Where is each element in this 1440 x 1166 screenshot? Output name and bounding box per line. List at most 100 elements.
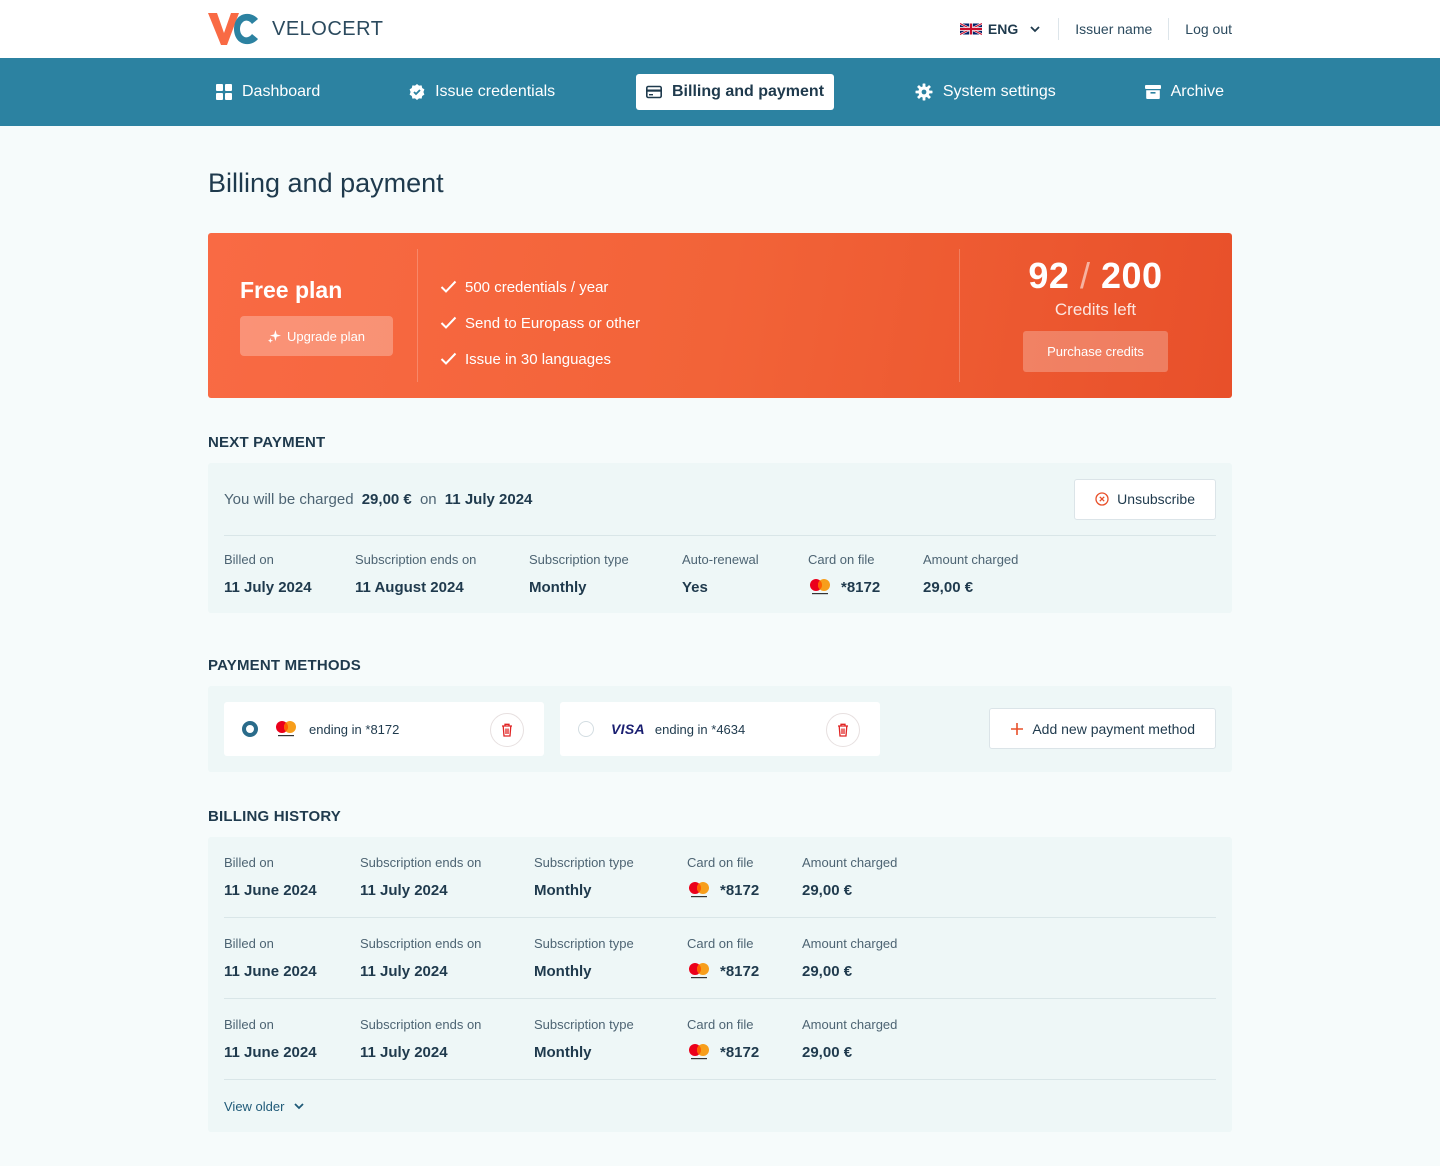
next-payment-panel: You will be charged 29,00 € on 11 July 2… <box>208 463 1232 613</box>
main-nav: Dashboard Issue credentials Billing and … <box>0 58 1440 126</box>
charge-prefix: You will be charged <box>224 490 354 508</box>
radio-unselected[interactable] <box>578 721 594 737</box>
add-payment-method-label: Add new payment method <box>1032 720 1195 737</box>
card-number: *8172 <box>841 578 881 596</box>
subscription-ends-value: 11 July 2024 <box>360 881 448 899</box>
credits-used: 92 <box>1028 255 1070 296</box>
mastercard-icon <box>689 963 709 979</box>
mastercard-icon <box>689 1044 709 1060</box>
credits-summary: 92 / 200 Credits left Purchase credits <box>1023 255 1168 372</box>
payment-method-card[interactable]: VISA ending in *4634 <box>560 702 880 756</box>
nav-label: Issue credentials <box>435 83 556 100</box>
add-payment-method-button[interactable]: Add new payment method <box>989 708 1216 749</box>
billed-on-value: 11 July 2024 <box>224 578 312 596</box>
plus-icon <box>1011 722 1024 735</box>
upgrade-plan-button[interactable]: Upgrade plan <box>240 316 393 356</box>
detail-label: Amount charged <box>802 1017 898 1032</box>
billed-on-value: 11 June 2024 <box>224 962 317 980</box>
card-on-file-value: *8172 <box>687 961 802 981</box>
credits-total: 200 <box>1101 255 1163 296</box>
brand-logo[interactable]: VELOCERT <box>208 13 383 45</box>
logout-link[interactable]: Log out <box>1169 21 1232 37</box>
chevron-down-icon <box>1030 26 1040 33</box>
language-label: ENG <box>987 21 1019 37</box>
radio-selected[interactable] <box>242 721 258 737</box>
detail-label: Subscription type <box>534 936 634 951</box>
card-number: *8172 <box>720 962 760 980</box>
amount-charged-value: 29,00 € <box>802 1043 853 1061</box>
table-row: Billed on 11 June 2024 Subscription ends … <box>224 918 1216 999</box>
table-row: Billed on 11 June 2024 Subscription ends … <box>224 999 1216 1080</box>
sparkle-icon <box>267 329 281 343</box>
view-older-link[interactable]: View older <box>224 1080 1216 1132</box>
view-older-label: View older <box>224 1098 285 1114</box>
detail-label: Billed on <box>224 552 274 567</box>
billed-on-value: 11 June 2024 <box>224 1043 317 1061</box>
card-number: *8172 <box>720 1043 760 1061</box>
subscription-type-value: Monthly <box>534 881 592 899</box>
gear-icon <box>915 83 933 101</box>
subscription-ends-value: 11 July 2024 <box>360 962 448 980</box>
nav-item-billing[interactable]: Billing and payment <box>636 74 835 110</box>
plan-features: 500 credentials / year Send to Europass … <box>440 269 640 377</box>
detail-label: Subscription ends on <box>360 936 482 951</box>
nav-label: System settings <box>942 83 1056 100</box>
delete-payment-method-button[interactable] <box>826 713 860 747</box>
unsubscribe-button[interactable]: Unsubscribe <box>1074 478 1216 520</box>
grid-icon <box>216 84 232 100</box>
cancel-circle-icon <box>1095 492 1109 506</box>
plan-feature: 500 credentials / year <box>440 269 640 305</box>
amount-charged-value: 29,00 € <box>923 578 974 596</box>
velocert-logo-icon <box>208 13 258 45</box>
page-title: Billing and payment <box>208 168 444 198</box>
check-icon <box>440 352 457 365</box>
nav-item-system-settings[interactable]: System settings <box>907 74 1064 110</box>
detail-label: Subscription type <box>534 1017 634 1032</box>
upgrade-plan-label: Upgrade plan <box>286 328 366 344</box>
detail-label: Subscription ends on <box>360 855 482 870</box>
detail-label: Billed on <box>224 855 274 870</box>
detail-label: Card on file <box>808 552 875 567</box>
auto-renewal-value: Yes <box>682 578 708 596</box>
plan-card: Free plan Upgrade plan 500 credentials /… <box>208 233 1232 398</box>
payment-method-label: ending in *8172 <box>309 721 400 737</box>
mastercard-icon <box>810 579 830 595</box>
nav-item-issue-credentials[interactable]: Issue credentials <box>401 74 563 110</box>
subscription-type-value: Monthly <box>534 962 592 980</box>
payment-method-card[interactable]: ending in *8172 <box>224 702 544 756</box>
purchase-credits-button[interactable]: Purchase credits <box>1023 331 1168 372</box>
card-on-file-value: *8172 <box>687 880 802 900</box>
check-icon <box>440 280 457 293</box>
nav-item-archive[interactable]: Archive <box>1137 74 1232 110</box>
nav-label: Archive <box>1170 83 1224 100</box>
detail-label: Subscription ends on <box>355 552 477 567</box>
plan-feature: Send to Europass or other <box>440 305 640 341</box>
plan-name: Free plan <box>240 277 343 303</box>
issuer-name-link[interactable]: Issuer name <box>1059 21 1168 37</box>
subscription-ends-value: 11 July 2024 <box>360 1043 448 1061</box>
credits-label: Credits left <box>1054 300 1137 319</box>
mastercard-icon <box>689 882 709 898</box>
uk-flag-icon <box>959 22 982 36</box>
detail-label: Auto-renewal <box>682 552 759 567</box>
credits-separator: / <box>1079 255 1091 296</box>
check-icon <box>440 316 457 329</box>
detail-label: Amount charged <box>923 552 1019 567</box>
visa-icon: VISA <box>611 721 645 737</box>
detail-label: Card on file <box>687 1017 754 1032</box>
charge-summary: You will be charged 29,00 € on 11 July 2… <box>224 491 536 508</box>
trash-icon <box>502 723 512 737</box>
credits-count: 92 / 200 <box>1023 255 1168 297</box>
top-header: VELOCERT ENG Issuer name Log out <box>0 0 1440 58</box>
nav-item-dashboard[interactable]: Dashboard <box>208 74 328 110</box>
delete-payment-method-button[interactable] <box>490 713 524 747</box>
billing-history-panel: Billed on 11 June 2024 Subscription ends … <box>208 837 1232 1132</box>
language-selector[interactable]: ENG <box>959 21 1058 37</box>
detail-label: Card on file <box>687 855 754 870</box>
unsubscribe-label: Unsubscribe <box>1117 491 1195 507</box>
plan-feature: Issue in 30 languages <box>440 341 640 377</box>
detail-label: Subscription ends on <box>360 1017 482 1032</box>
charge-on: on <box>419 490 437 508</box>
detail-label: Subscription type <box>534 855 634 870</box>
detail-label: Subscription type <box>529 552 629 567</box>
